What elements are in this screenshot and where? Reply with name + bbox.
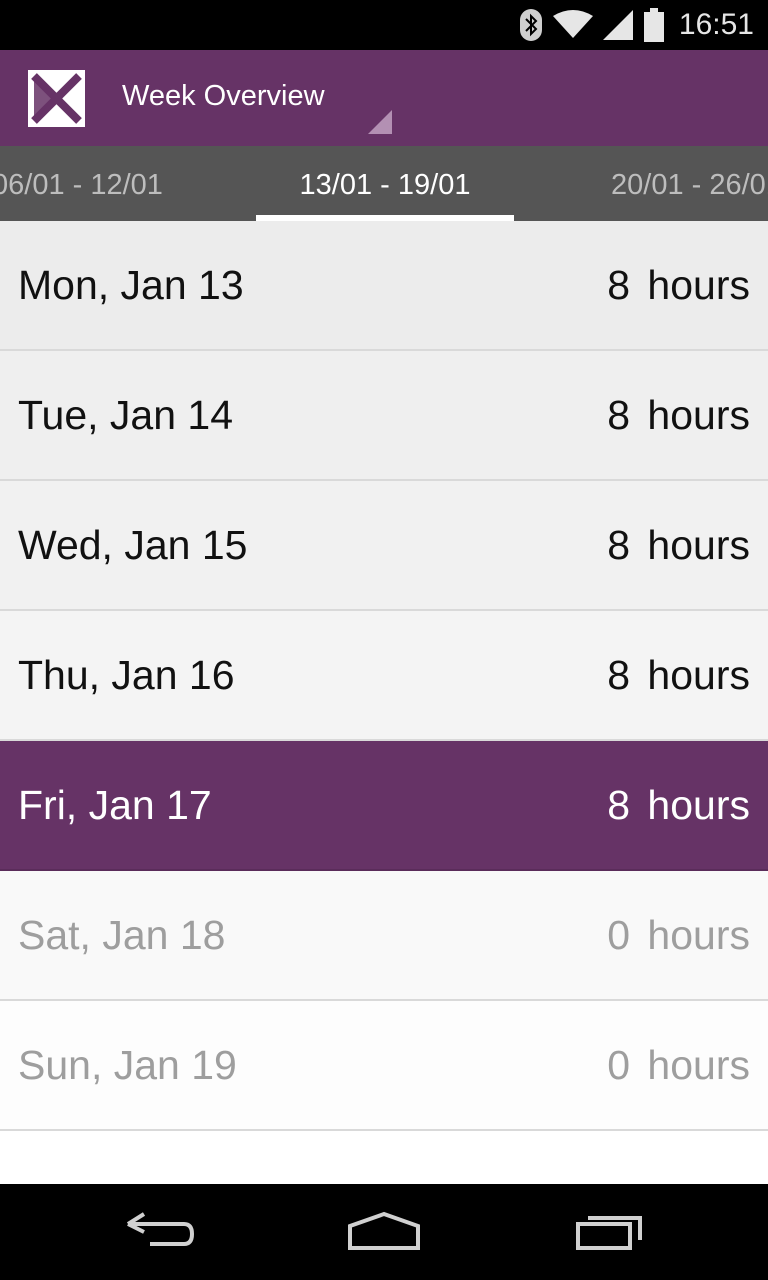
day-row[interactable]: Wed, Jan 15 8 hours bbox=[0, 481, 768, 611]
wifi-icon bbox=[552, 10, 593, 38]
status-bar: 16:51 bbox=[0, 0, 768, 50]
hours-label: 8 hours bbox=[607, 651, 750, 698]
week-tab-strip: 06/01 - 12/01 13/01 - 19/01 20/01 - 26/0… bbox=[0, 146, 768, 221]
day-label: Tue, Jan 14 bbox=[18, 391, 234, 438]
day-row[interactable]: Sun, Jan 19 0 hours bbox=[0, 1001, 768, 1131]
system-nav-bar bbox=[0, 1184, 768, 1280]
day-list: Mon, Jan 13 8 hours Tue, Jan 14 8 hours … bbox=[0, 221, 768, 1131]
status-icons: 16:51 bbox=[519, 0, 754, 50]
navigation-spinner-label[interactable]: Week Overview bbox=[122, 80, 325, 113]
bluetooth-icon bbox=[519, 9, 542, 41]
hours-label: 8 hours bbox=[607, 261, 750, 308]
day-label: Mon, Jan 13 bbox=[18, 261, 244, 308]
day-label: Thu, Jan 16 bbox=[18, 651, 235, 698]
day-row[interactable]: Thu, Jan 16 8 hours bbox=[0, 611, 768, 741]
day-row[interactable]: Sat, Jan 18 0 hours bbox=[0, 871, 768, 1001]
day-row[interactable]: Mon, Jan 13 8 hours bbox=[0, 221, 768, 351]
hours-label: 8 hours bbox=[607, 391, 750, 438]
tab-next-week[interactable]: 20/01 - 26/01 bbox=[611, 146, 768, 221]
action-bar: Week Overview bbox=[0, 50, 768, 146]
spinner-arrow-icon[interactable] bbox=[368, 110, 392, 134]
status-time: 16:51 bbox=[678, 8, 754, 41]
day-label: Fri, Jan 17 bbox=[18, 781, 212, 828]
x-logo-icon[interactable] bbox=[28, 70, 85, 127]
home-icon[interactable] bbox=[346, 1210, 422, 1254]
hours-label: 0 hours bbox=[607, 911, 750, 958]
battery-icon bbox=[643, 8, 664, 42]
day-label: Wed, Jan 15 bbox=[18, 521, 248, 568]
day-row[interactable]: Tue, Jan 14 8 hours bbox=[0, 351, 768, 481]
hours-label: 8 hours bbox=[607, 521, 750, 568]
hours-label: 8 hours bbox=[607, 781, 750, 828]
signal-icon bbox=[602, 10, 633, 40]
day-row-selected[interactable]: Fri, Jan 17 8 hours bbox=[0, 741, 768, 871]
back-icon[interactable] bbox=[124, 1210, 196, 1254]
tab-current-week[interactable]: 13/01 - 19/01 bbox=[256, 146, 514, 221]
tab-previous-week[interactable]: 06/01 - 12/01 bbox=[0, 146, 163, 221]
hours-label: 0 hours bbox=[607, 1041, 750, 1088]
day-label: Sat, Jan 18 bbox=[18, 911, 226, 958]
day-label: Sun, Jan 19 bbox=[18, 1041, 237, 1088]
recent-apps-icon[interactable] bbox=[574, 1210, 646, 1254]
